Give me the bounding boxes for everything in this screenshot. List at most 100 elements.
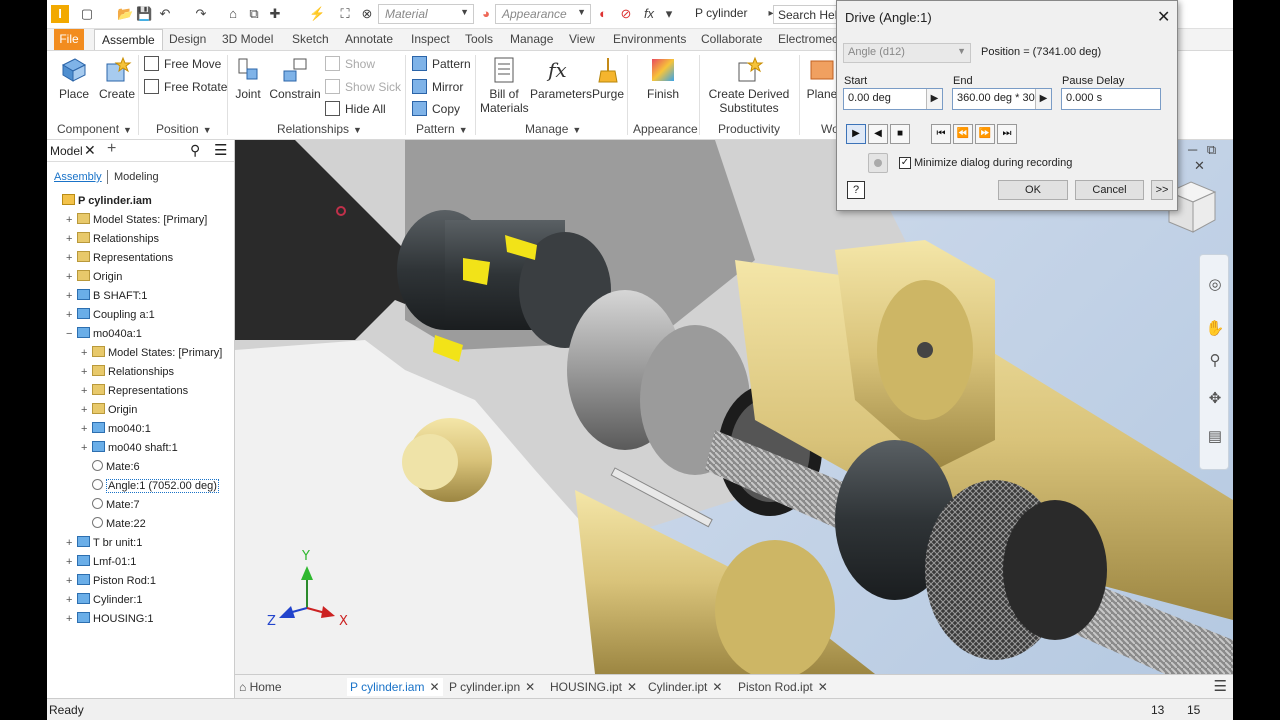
tab-3d-model[interactable]: 3D Model bbox=[215, 29, 280, 50]
tab-collaborate[interactable]: Collaborate bbox=[694, 29, 769, 50]
goto-end-button[interactable]: ⏭ bbox=[997, 124, 1017, 144]
play-forward-button[interactable]: ▶ bbox=[846, 124, 866, 144]
show-sick-button[interactable]: Show Sick bbox=[325, 78, 401, 96]
inventor-logo-icon[interactable]: I bbox=[51, 5, 69, 23]
doc-tab[interactable]: Cylinder.ipt ✕ bbox=[648, 678, 722, 696]
restore-icon[interactable]: ⧉ bbox=[1207, 142, 1216, 157]
expand-icon[interactable]: + bbox=[66, 553, 77, 572]
material-browser-icon[interactable]: ⊗ bbox=[359, 6, 375, 22]
group-component[interactable]: Component ▼ bbox=[57, 122, 132, 136]
chevron-right-icon[interactable]: ▶ bbox=[1035, 89, 1051, 109]
doc-tab[interactable]: P cylinder.ipn ✕ bbox=[449, 678, 535, 696]
pattern-button[interactable]: Pattern bbox=[412, 55, 471, 73]
cancel-button[interactable]: Cancel bbox=[1075, 180, 1144, 200]
joint-button[interactable]: Joint bbox=[230, 55, 266, 101]
tab-design[interactable]: Design bbox=[162, 29, 213, 50]
expand-icon[interactable]: + bbox=[81, 420, 92, 439]
expand-icon[interactable]: + bbox=[66, 211, 77, 230]
expand-icon[interactable]: + bbox=[66, 591, 77, 610]
expand-icon[interactable]: + bbox=[81, 439, 92, 458]
tab-view[interactable]: View bbox=[562, 29, 602, 50]
group-manage[interactable]: Manage ▼ bbox=[525, 122, 581, 136]
tree-node[interactable]: Mate:22 bbox=[81, 515, 146, 534]
tree-node[interactable]: + Model States: [Primary] bbox=[81, 344, 222, 363]
tree-node[interactable]: Mate:7 bbox=[81, 496, 140, 515]
expand-icon[interactable]: + bbox=[66, 610, 77, 629]
close-icon[interactable]: ✕ bbox=[84, 142, 96, 159]
browser-title[interactable]: Model bbox=[50, 144, 83, 158]
tree-node[interactable]: Angle:1 (7052.00 deg) bbox=[81, 477, 219, 496]
measure-icon[interactable]: ⛶ bbox=[337, 6, 353, 22]
more-options-button[interactable]: >> bbox=[1151, 180, 1173, 200]
tree-node[interactable]: + T br unit:1 bbox=[66, 534, 142, 553]
free-rotate-button[interactable]: Free Rotate bbox=[144, 78, 227, 96]
undo-icon[interactable]: ↶ bbox=[157, 6, 173, 22]
close-icon[interactable]: ✕ bbox=[1157, 7, 1170, 27]
plane-button[interactable]: Plane bbox=[805, 55, 839, 101]
help-button[interactable]: ? bbox=[847, 181, 865, 199]
tab-environments[interactable]: Environments bbox=[606, 29, 693, 50]
tab-file[interactable]: File bbox=[54, 29, 84, 50]
appearance-dropdown[interactable]: Appearance ▼ bbox=[495, 4, 591, 24]
group-relationships[interactable]: Relationships ▼ bbox=[277, 122, 362, 136]
expand-icon[interactable]: + bbox=[66, 534, 77, 553]
tree-node[interactable]: + HOUSING:1 bbox=[66, 610, 154, 629]
create-button[interactable]: Create bbox=[99, 55, 135, 101]
appearance-icon[interactable]: ◕ bbox=[478, 6, 494, 22]
orbit-icon[interactable]: ✥ bbox=[1205, 389, 1225, 409]
reverse-step-button[interactable]: ⏪ bbox=[953, 124, 973, 144]
zoom-icon[interactable]: ⚲ bbox=[1205, 351, 1225, 371]
close-icon[interactable]: ✕ bbox=[627, 680, 637, 694]
stop-button[interactable]: ■ bbox=[890, 124, 910, 144]
tab-assemble[interactable]: Assemble bbox=[94, 29, 163, 50]
qat-more-icon[interactable]: ▾ bbox=[661, 6, 677, 22]
tree-node[interactable]: + mo040 shaft:1 bbox=[81, 439, 178, 458]
tree-node[interactable]: + Cylinder:1 bbox=[66, 591, 143, 610]
expand-icon[interactable]: + bbox=[81, 344, 92, 363]
parameters-button[interactable]: fx Parameters bbox=[530, 55, 592, 101]
expand-icon[interactable]: + bbox=[66, 249, 77, 268]
expand-icon[interactable]: + bbox=[66, 230, 77, 249]
mirror-button[interactable]: Mirror bbox=[412, 78, 463, 96]
finish-button[interactable]: Finish bbox=[645, 55, 681, 101]
search-icon[interactable]: ⚲ bbox=[190, 142, 200, 159]
tree-node[interactable]: + Piston Rod:1 bbox=[66, 572, 156, 591]
purge-button[interactable]: Purge bbox=[592, 55, 624, 101]
select-icon[interactable]: ✚ bbox=[267, 6, 283, 22]
assembly-tab[interactable]: Assembly bbox=[54, 171, 102, 183]
tab-sketch[interactable]: Sketch bbox=[285, 29, 336, 50]
group-pattern[interactable]: Pattern ▼ bbox=[416, 122, 468, 136]
chevron-right-icon[interactable]: ▶ bbox=[926, 89, 942, 109]
tree-node[interactable]: + Relationships bbox=[81, 363, 174, 382]
material-dropdown[interactable]: Material ▼ bbox=[378, 4, 474, 24]
close-icon[interactable]: ✕ bbox=[429, 680, 439, 694]
tree-node[interactable]: + Origin bbox=[81, 401, 137, 420]
doc-tab[interactable]: Piston Rod.ipt ✕ bbox=[738, 678, 828, 696]
free-move-button[interactable]: Free Move bbox=[144, 55, 221, 73]
ok-button[interactable]: OK bbox=[998, 180, 1068, 200]
minimize-icon[interactable]: ─ bbox=[1188, 142, 1197, 157]
close-icon[interactable]: ✕ bbox=[525, 680, 535, 694]
steering-wheel-icon[interactable]: ◎ bbox=[1205, 275, 1225, 295]
home-icon[interactable]: ⌂ bbox=[225, 6, 241, 22]
show-button[interactable]: Show bbox=[325, 55, 375, 73]
open-icon[interactable]: 📂 bbox=[117, 6, 133, 22]
tree-node[interactable]: + Origin bbox=[66, 268, 122, 287]
record-button[interactable] bbox=[868, 153, 888, 173]
tree-node[interactable]: + B SHAFT:1 bbox=[66, 287, 147, 306]
expand-icon[interactable]: + bbox=[66, 287, 77, 306]
group-position[interactable]: Position ▼ bbox=[156, 122, 212, 136]
tab-tools[interactable]: Tools bbox=[458, 29, 500, 50]
modeling-tab[interactable]: Modeling bbox=[114, 171, 159, 183]
adjust-icon[interactable]: ◐ bbox=[595, 6, 611, 22]
expand-icon[interactable]: + bbox=[66, 572, 77, 591]
tree-node[interactable]: + Lmf-01:1 bbox=[66, 553, 136, 572]
collapse-icon[interactable]: − bbox=[66, 325, 77, 344]
start-field[interactable]: 0.00 deg ▶ bbox=[843, 88, 943, 110]
tree-node[interactable]: + Coupling a:1 bbox=[66, 306, 155, 325]
tree-node[interactable]: + Representations bbox=[66, 249, 173, 268]
place-button[interactable]: Place bbox=[57, 55, 91, 101]
tree-node[interactable]: + Representations bbox=[81, 382, 188, 401]
add-browser-icon[interactable]: + bbox=[107, 140, 116, 158]
doc-tab[interactable]: HOUSING.ipt ✕ bbox=[550, 678, 637, 696]
